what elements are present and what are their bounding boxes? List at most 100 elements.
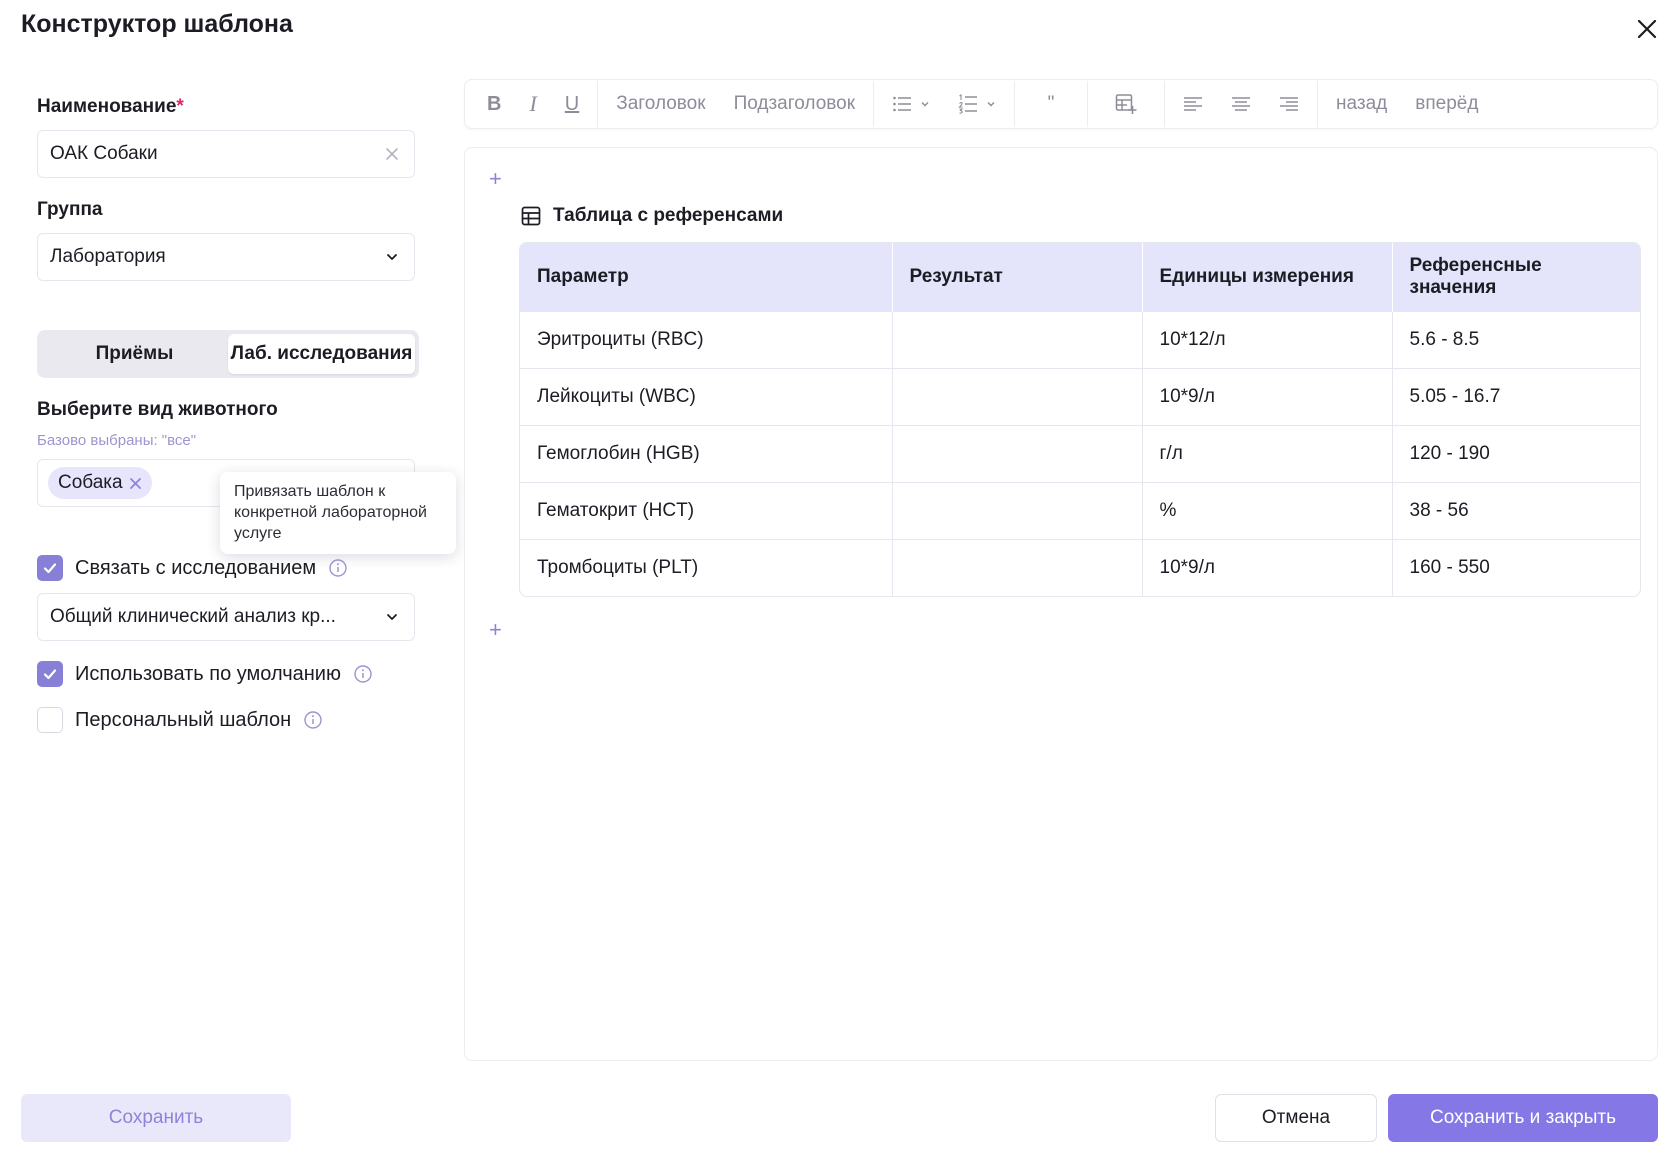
- chevron-down-icon: [382, 610, 402, 624]
- use-default-checkbox[interactable]: [37, 661, 63, 687]
- link-study-checkbox[interactable]: [37, 555, 63, 581]
- redo-button[interactable]: вперёд: [1401, 84, 1492, 124]
- animal-tag-label: Собака: [58, 472, 123, 493]
- subheading-button[interactable]: Подзаголовок: [720, 84, 869, 124]
- tab-lab-studies[interactable]: Лаб. исследования: [228, 334, 415, 374]
- column-header: Результат: [892, 243, 1143, 311]
- table-header-row: Параметр Результат Единицы измерения Реф…: [520, 243, 1640, 311]
- table-cell[interactable]: 120 - 190: [1392, 424, 1640, 482]
- add-block-icon[interactable]: +: [489, 619, 502, 641]
- personal-checkbox[interactable]: [37, 707, 63, 733]
- clear-icon[interactable]: [382, 147, 402, 161]
- insert-table-icon: [1115, 94, 1137, 114]
- insert-table-button[interactable]: [1092, 84, 1160, 124]
- undo-button[interactable]: назад: [1322, 84, 1401, 124]
- table-cell[interactable]: %: [1142, 481, 1393, 539]
- chevron-down-icon: [921, 102, 929, 107]
- align-right-icon: [1280, 97, 1299, 111]
- add-block-icon[interactable]: +: [489, 168, 502, 190]
- link-study-label: Связать с исследованием: [75, 556, 317, 579]
- reference-table: Параметр Результат Единицы измерения Реф…: [519, 242, 1641, 597]
- table-cell[interactable]: 160 - 550: [1392, 538, 1640, 596]
- quote-label: ": [1047, 93, 1055, 114]
- table-cell[interactable]: 10*9/л: [1142, 538, 1393, 596]
- save-and-close-button[interactable]: Сохранить и закрыть: [1388, 1094, 1658, 1142]
- personal-label: Персональный шаблон: [75, 708, 292, 731]
- table-cell[interactable]: [892, 538, 1143, 596]
- table-cell[interactable]: Эритроциты (RBC): [520, 310, 893, 368]
- heading-button[interactable]: Заголовок: [602, 84, 719, 124]
- table-cell[interactable]: Лейкоциты (WBC): [520, 367, 893, 425]
- align-left-icon: [1184, 97, 1203, 111]
- table-row: Эритроциты (RBC) 10*12/л 5.6 - 8.5: [520, 310, 1640, 368]
- required-mark: *: [176, 96, 184, 117]
- table-cell[interactable]: [892, 367, 1143, 425]
- numbered-list-button[interactable]: [944, 84, 1010, 124]
- toolbar-divider: [1317, 81, 1319, 127]
- table-cell[interactable]: 38 - 56: [1392, 481, 1640, 539]
- table-cell[interactable]: 10*12/л: [1142, 310, 1393, 368]
- italic-label: I: [529, 91, 537, 116]
- check-icon: [43, 563, 57, 574]
- table-cell[interactable]: 5.6 - 8.5: [1392, 310, 1640, 368]
- align-left-button[interactable]: [1169, 84, 1217, 124]
- table-cell[interactable]: г/л: [1142, 424, 1393, 482]
- table-cell[interactable]: [892, 310, 1143, 368]
- animal-hint: Базово выбраны: "все": [37, 432, 197, 449]
- column-header: Единицы измерения: [1142, 243, 1393, 311]
- table-cell[interactable]: [892, 481, 1143, 539]
- column-header: Референсные значения: [1392, 243, 1640, 311]
- table-row: Лейкоциты (WBC) 10*9/л 5.05 - 16.7: [520, 367, 1640, 425]
- tab-appointments[interactable]: Приёмы: [41, 334, 228, 374]
- group-select[interactable]: Лаборатория: [37, 233, 415, 281]
- info-icon[interactable]: [353, 664, 373, 684]
- modal-title: Конструктор шаблона: [21, 10, 293, 38]
- table-title: Таблица с референсами: [521, 205, 783, 227]
- chevron-down-icon: [987, 102, 995, 107]
- info-icon[interactable]: [303, 710, 323, 730]
- template-type-tabs: Приёмы Лаб. исследования: [37, 330, 419, 378]
- table-cell[interactable]: 5.05 - 16.7: [1392, 367, 1640, 425]
- bullet-list-button[interactable]: [878, 84, 944, 124]
- personal-row: Персональный шаблон: [37, 707, 323, 733]
- italic-button[interactable]: I: [515, 84, 550, 124]
- cancel-button[interactable]: Отмена: [1215, 1094, 1377, 1142]
- group-value: Лаборатория: [50, 246, 166, 267]
- table-cell[interactable]: 10*9/л: [1142, 367, 1393, 425]
- group-label: Группа: [37, 199, 103, 220]
- table-cell[interactable]: [892, 424, 1143, 482]
- toolbar-divider: [1014, 81, 1016, 127]
- column-header: Параметр: [520, 243, 893, 311]
- close-icon: [1637, 19, 1657, 39]
- align-right-button[interactable]: [1265, 84, 1313, 124]
- table-cell[interactable]: Гематокрит (HCT): [520, 481, 893, 539]
- underline-label: U: [564, 92, 580, 115]
- animal-tag: Собака: [48, 467, 152, 499]
- study-value: Общий клинический анализ кр...: [50, 606, 336, 627]
- bullet-list-icon: [893, 96, 912, 112]
- table-icon: [521, 206, 541, 226]
- check-icon: [43, 669, 57, 680]
- use-default-label: Использовать по умолчанию: [75, 662, 341, 685]
- quote-button[interactable]: ": [1019, 84, 1083, 124]
- link-study-row: Связать с исследованием: [37, 555, 348, 581]
- name-field[interactable]: ОАК Собаки: [37, 130, 415, 178]
- tag-remove-icon[interactable]: [129, 477, 142, 490]
- table-cell[interactable]: Тромбоциты (PLT): [520, 538, 893, 596]
- study-select[interactable]: Общий клинический анализ кр...: [37, 593, 415, 641]
- animal-label: Выберите вид животного: [37, 399, 278, 420]
- table-cell[interactable]: Гемоглобин (HGB): [520, 424, 893, 482]
- save-button[interactable]: Сохранить: [21, 1094, 291, 1142]
- bold-button[interactable]: B: [473, 84, 515, 124]
- chevron-down-icon: [382, 250, 402, 264]
- editor-toolbar: B I U Заголовок Подзаголовок " назад впе…: [464, 79, 1658, 129]
- align-center-button[interactable]: [1217, 84, 1265, 124]
- close-button[interactable]: [1632, 14, 1662, 44]
- name-value: ОАК Собаки: [50, 143, 158, 164]
- table-row: Гематокрит (HCT) % 38 - 56: [520, 481, 1640, 539]
- underline-button[interactable]: U: [551, 84, 593, 124]
- editor-area[interactable]: + Таблица с референсами Параметр Результ…: [464, 147, 1658, 1061]
- name-label: Наименование*: [37, 96, 184, 118]
- table-title-text: Таблица с референсами: [553, 205, 784, 226]
- info-icon[interactable]: [328, 558, 348, 578]
